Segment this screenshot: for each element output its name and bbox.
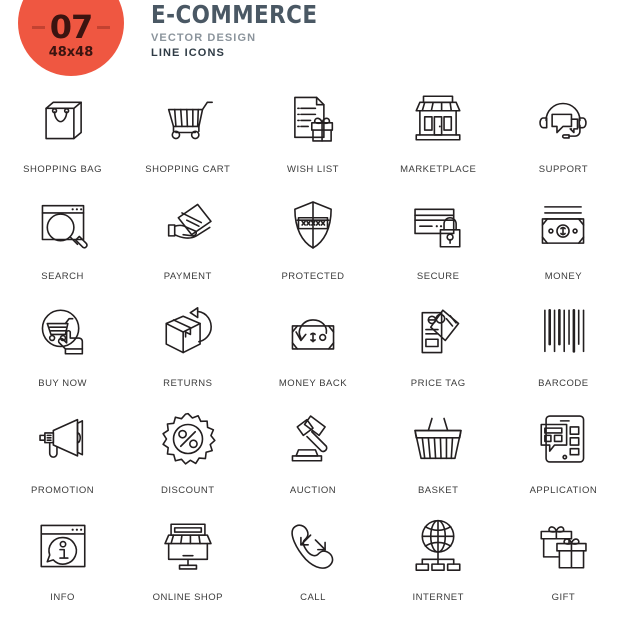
icon-label: BUY NOW xyxy=(38,378,87,389)
icon-label: GIFT xyxy=(551,592,576,603)
icon-grid: SHOPPING BAG SHOPPING CART WISH LIST MAR… xyxy=(0,78,626,613)
icon-label: ONLINE SHOP xyxy=(152,592,223,603)
icon-label: INTERNET xyxy=(412,592,464,603)
returns-box-arrow-icon xyxy=(157,301,219,363)
auction-gavel-icon xyxy=(282,408,344,470)
title-block: E-COMMERCE VECTOR DESIGN LINE ICONS xyxy=(151,0,345,60)
buy-now-hand-cart-icon xyxy=(32,301,94,363)
icon-label: DISCOUNT xyxy=(160,485,215,496)
subtitle-vector-design: VECTOR DESIGN xyxy=(151,32,257,45)
basket-icon xyxy=(407,408,469,470)
icon-cell-secure[interactable]: SECURE xyxy=(376,185,501,292)
header: 07 48x48 E-COMMERCE VECTOR DESIGN LINE I… xyxy=(0,0,626,76)
icon-label: MONEY xyxy=(544,271,583,282)
badge-number: 07 xyxy=(49,8,94,46)
icon-cell-price-tag[interactable]: PRICE TAG xyxy=(376,292,501,399)
shopping-cart-icon xyxy=(157,87,219,149)
protected-shield-password-icon xyxy=(282,194,344,256)
icon-cell-basket[interactable]: BASKET xyxy=(376,399,501,506)
search-browser-icon xyxy=(32,194,94,256)
icon-cell-auction[interactable]: AUCTION xyxy=(250,399,375,506)
icon-cell-wish-list[interactable]: WISH LIST xyxy=(250,78,375,185)
page-title: E-COMMERCE xyxy=(151,0,318,29)
icon-cell-promotion[interactable]: PROMOTION xyxy=(0,399,125,506)
call-handset-arrows-icon xyxy=(282,515,344,577)
application-phone-icon xyxy=(532,408,594,470)
icon-label: BASKET xyxy=(417,485,459,496)
icon-cell-internet[interactable]: INTERNET xyxy=(376,506,501,613)
icon-label: MONEY BACK xyxy=(278,378,348,389)
gift-boxes-icon xyxy=(532,515,594,577)
icon-label: SEARCH xyxy=(41,271,84,282)
icon-cell-buy-now[interactable]: BUY NOW xyxy=(0,292,125,399)
badge-number-row: 07 xyxy=(31,8,111,46)
icon-label: AUCTION xyxy=(289,485,337,496)
subtitle-line-icons: LINE ICONS xyxy=(151,47,225,60)
icon-label: PROTECTED xyxy=(281,271,345,282)
icon-label: PROMOTION xyxy=(31,485,95,496)
barcode-icon xyxy=(532,301,594,363)
icon-label: CALL xyxy=(300,592,326,603)
support-headset-icon xyxy=(532,87,594,149)
promotion-megaphone-icon xyxy=(32,408,94,470)
icon-cell-shopping-cart[interactable]: SHOPPING CART xyxy=(125,78,250,185)
icon-label: WISH LIST xyxy=(286,164,339,175)
icon-label: SUPPORT xyxy=(538,164,589,175)
icon-cell-online-shop[interactable]: ONLINE SHOP xyxy=(125,506,250,613)
shopping-bag-icon xyxy=(32,87,94,149)
icon-cell-call[interactable]: CALL xyxy=(250,506,375,613)
badge-dash-right xyxy=(97,25,111,29)
icon-label: PRICE TAG xyxy=(410,378,466,389)
icon-cell-search[interactable]: SEARCH xyxy=(0,185,125,292)
badge-size-label: 48x48 xyxy=(48,45,94,60)
icon-label: SHOPPING CART xyxy=(145,164,231,175)
money-back-icon xyxy=(282,301,344,363)
icon-label: INFO xyxy=(50,592,75,603)
icon-label: MARKETPLACE xyxy=(400,164,477,175)
price-tag-icon xyxy=(407,301,469,363)
icon-cell-shopping-bag[interactable]: SHOPPING BAG xyxy=(0,78,125,185)
discount-percent-badge-icon xyxy=(157,408,219,470)
icon-label: RETURNS xyxy=(163,378,213,389)
payment-hand-cards-icon xyxy=(157,194,219,256)
icon-cell-gift[interactable]: GIFT xyxy=(501,506,626,613)
wish-list-icon xyxy=(282,87,344,149)
badge-dash-left xyxy=(31,25,45,29)
money-banknotes-icon xyxy=(532,194,594,256)
icon-label: BARCODE xyxy=(538,378,589,389)
internet-globe-network-icon xyxy=(407,515,469,577)
icon-cell-payment[interactable]: PAYMENT xyxy=(125,185,250,292)
icon-cell-support[interactable]: SUPPORT xyxy=(501,78,626,185)
set-number-badge: 07 48x48 xyxy=(18,0,124,76)
icon-cell-marketplace[interactable]: MARKETPLACE xyxy=(376,78,501,185)
icon-label: SHOPPING BAG xyxy=(23,164,103,175)
icon-label: PAYMENT xyxy=(163,271,212,282)
icon-cell-money-back[interactable]: MONEY BACK xyxy=(250,292,375,399)
secure-card-lock-icon xyxy=(407,194,469,256)
icon-cell-protected[interactable]: PROTECTED xyxy=(250,185,375,292)
icon-cell-info[interactable]: INFO xyxy=(0,506,125,613)
icon-cell-discount[interactable]: DISCOUNT xyxy=(125,399,250,506)
info-browser-icon xyxy=(32,515,94,577)
icon-cell-money[interactable]: MONEY xyxy=(501,185,626,292)
icon-label: APPLICATION xyxy=(529,485,598,496)
icon-cell-barcode[interactable]: BARCODE xyxy=(501,292,626,399)
online-shop-monitor-icon xyxy=(157,515,219,577)
icon-cell-returns[interactable]: RETURNS xyxy=(125,292,250,399)
icon-cell-application[interactable]: APPLICATION xyxy=(501,399,626,506)
icon-label: SECURE xyxy=(416,271,460,282)
marketplace-icon xyxy=(407,87,469,149)
